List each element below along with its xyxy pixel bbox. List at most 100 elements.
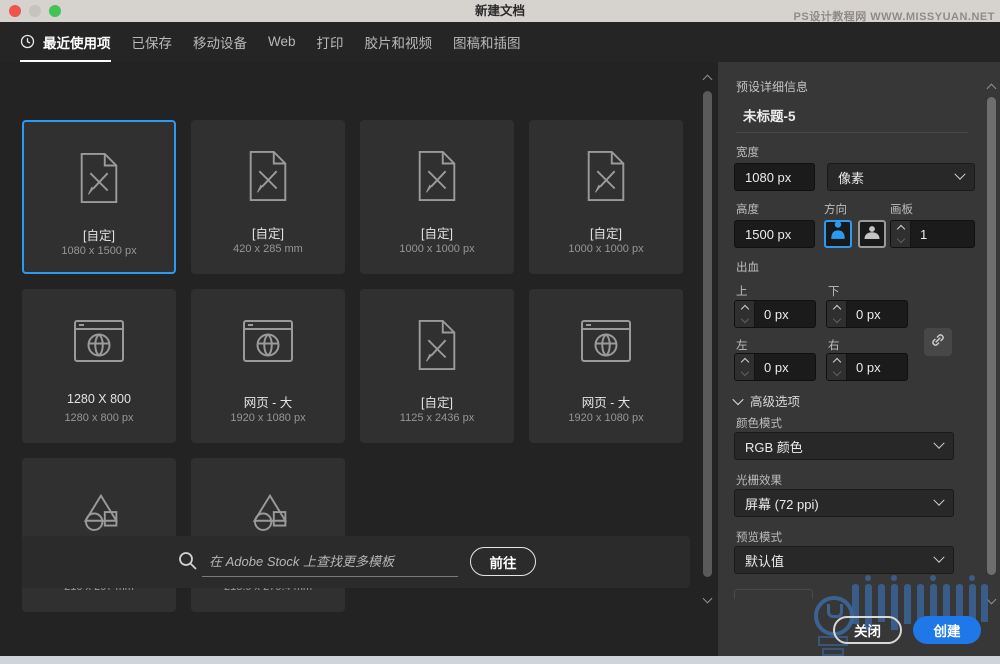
template-card[interactable]: Letter215.9 x 279.4 mm [191,458,345,612]
template-dimensions: 1280 x 800 px [22,412,176,424]
stepper-arrows[interactable] [735,354,755,380]
decrement-icon[interactable] [896,235,904,243]
landscape-icon [862,225,882,244]
tab-label: 已保存 [132,32,173,52]
preview-mode-label: 预览模式 [736,529,782,545]
print-icon [191,486,345,542]
bleed-right-input[interactable]: 0 px [826,353,908,381]
increment-icon[interactable] [740,358,748,366]
preview-mode-dropdown[interactable]: 默认值 [734,546,954,574]
color-mode-value: RGB 颜色 [745,437,803,456]
decrement-icon[interactable] [832,315,840,323]
preview-mode-value: 默认值 [745,551,784,570]
stepper-arrows[interactable] [891,221,911,247]
bleed-left-label: 左 [736,337,748,353]
bleed-top-input[interactable]: 0 px [734,300,816,328]
orientation-portrait-button[interactable] [824,220,852,248]
panel-scrollbar[interactable] [985,83,998,605]
tab-category-0[interactable]: 最近使用项 [20,22,111,62]
portrait-icon [829,220,847,244]
tab-label: 图稿和插图 [453,32,521,52]
template-card[interactable]: [自定]420 x 285 mm [191,120,345,274]
scrollbar-thumb[interactable] [703,91,712,577]
scroll-up-icon[interactable] [703,75,713,85]
template-card[interactable]: [自定]1125 x 2436 px [360,289,514,443]
new-document-dialog: 新建文档 PS设计教程网 WWW.MISSYUAN.NET 最近使用项已保存移动… [0,0,1000,664]
tab-web[interactable]: Web [268,22,296,62]
artboards-stepper[interactable]: 1 [890,220,975,248]
chevron-down-icon [732,393,743,404]
bleed-right-value: 0 px [847,354,907,380]
bleed-left-input[interactable]: 0 px [734,353,816,381]
close-button[interactable]: 关闭 [833,616,902,644]
tab-category-5[interactable]: 胶片和视频 [365,22,433,62]
custom-doc-icon [24,150,174,206]
watermark-dot [930,575,936,581]
template-dimensions: 1000 x 1000 px [360,243,514,255]
template-card[interactable]: A4210 x 297 mm [22,458,176,612]
bleed-bottom-value: 0 px [847,301,907,327]
decrement-icon[interactable] [740,368,748,376]
document-name-field[interactable]: 未标题-5 [743,105,796,125]
template-card[interactable]: [自定]1000 x 1000 px [360,120,514,274]
template-card[interactable]: 网页 - 大1920 x 1080 px [191,289,345,443]
custom-doc-icon [360,317,514,373]
stepper-arrows[interactable] [827,354,847,380]
chevron-down-icon [933,552,944,563]
increment-icon[interactable] [832,305,840,313]
custom-doc-icon [360,148,514,204]
tab-category-1[interactable]: 已保存 [132,22,173,62]
scroll-down-icon[interactable] [987,595,997,605]
advanced-options-label: 高级选项 [750,391,800,410]
tab-category-2[interactable]: 移动设备 [193,22,247,62]
template-card[interactable]: 1280 X 800 1280 x 800 px [22,289,176,443]
template-card[interactable]: [自定]1000 x 1000 px [529,120,683,274]
scroll-up-icon[interactable] [987,84,997,94]
height-input[interactable]: 1500 px [734,220,815,248]
chevron-down-icon [933,495,944,506]
unit-dropdown[interactable]: 像素 [827,163,975,191]
tab-category-6[interactable]: 图稿和插图 [453,22,521,62]
bleed-top-value: 0 px [755,301,815,327]
link-bleed-button[interactable] [924,328,952,356]
color-mode-dropdown[interactable]: RGB 颜色 [734,432,954,460]
increment-icon[interactable] [740,305,748,313]
decrement-icon[interactable] [740,315,748,323]
go-button[interactable]: 前往 [470,547,536,576]
scroll-down-icon[interactable] [703,594,713,604]
chevron-down-icon [954,169,965,180]
increment-icon[interactable] [896,225,904,233]
width-label: 宽度 [736,144,759,160]
width-input[interactable]: 1080 px [734,163,815,191]
tab-label: 最近使用项 [43,32,111,52]
bleed-bottom-input[interactable]: 0 px [826,300,908,328]
tab-category-4[interactable]: 打印 [317,22,344,62]
stepper-arrows[interactable] [827,301,847,327]
template-card[interactable]: [自定]1080 x 1500 px [22,120,176,274]
template-card[interactable]: 网页 - 大1920 x 1080 px [529,289,683,443]
watermark-bar [904,584,911,624]
tab-label: 胶片和视频 [365,32,433,52]
stepper-arrows[interactable] [735,301,755,327]
tab-label: 移动设备 [193,32,247,52]
template-title: 1280 X 800 [22,392,176,406]
raster-effects-dropdown[interactable]: 屏幕 (72 ppi) [734,489,954,517]
preset-category-tabs: 最近使用项 已保存移动设备 Web 打印 胶片和视频图稿和插图 [0,22,1000,62]
template-title: [自定] [191,223,345,242]
orientation-landscape-button[interactable] [858,220,886,248]
template-dimensions: 1080 x 1500 px [24,245,174,257]
advanced-options-toggle[interactable]: 高级选项 [734,391,800,410]
stock-search-input[interactable]: 在 Adobe Stock 上查找更多模板 [209,551,394,570]
artboards-label: 画板 [890,201,913,217]
create-button[interactable]: 创建 [913,616,981,644]
scrollbar-thumb[interactable] [987,97,996,575]
bleed-right-label: 右 [828,337,840,353]
increment-icon[interactable] [832,358,840,366]
template-dimensions: 420 x 285 mm [191,243,345,255]
orientation-label: 方向 [824,201,847,217]
clipped-control [734,589,813,599]
color-mode-label: 颜色模式 [736,415,782,431]
templates-scrollbar[interactable] [701,74,714,604]
decrement-icon[interactable] [832,368,840,376]
watermark-dot [865,575,871,581]
